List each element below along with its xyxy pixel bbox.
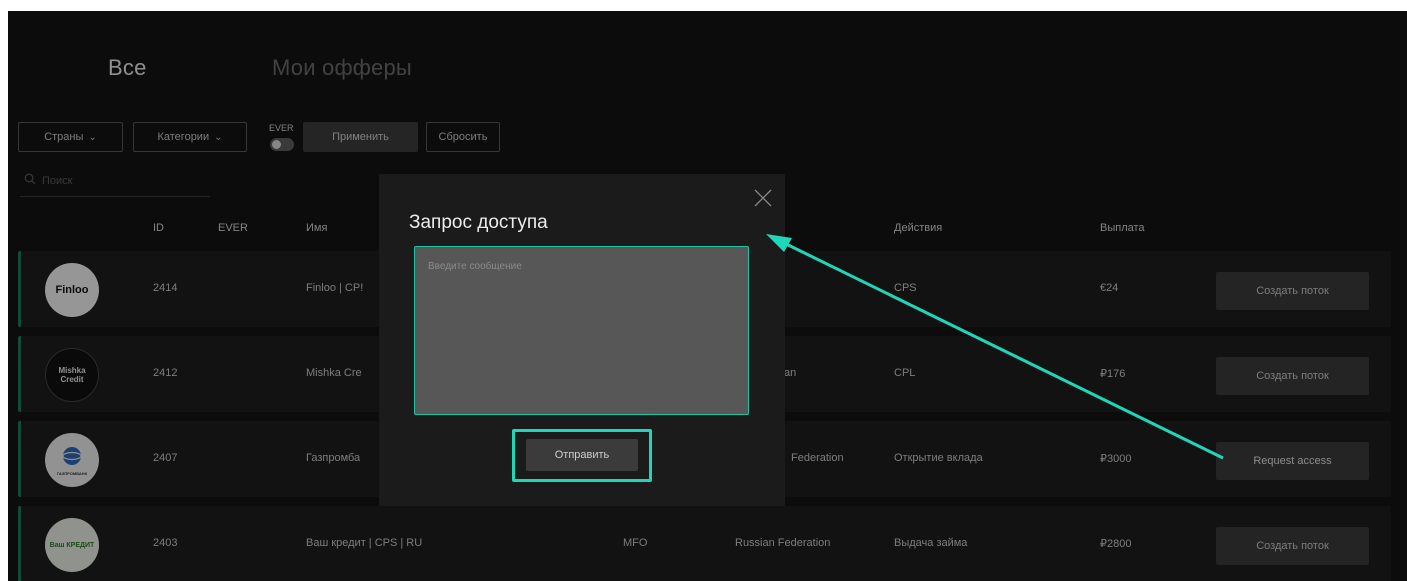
offer-geo: Russian Federation bbox=[735, 537, 831, 549]
offer-payout: €24 bbox=[1100, 282, 1119, 294]
logo-text: Mishka Credit bbox=[58, 366, 86, 384]
request-access-button[interactable]: Request access bbox=[1216, 442, 1369, 480]
close-icon[interactable] bbox=[753, 188, 773, 208]
create-stream-button[interactable]: Создать поток bbox=[1216, 357, 1369, 395]
ever-filter: EVER bbox=[262, 122, 302, 154]
table-row: Ваш КРЕДИТ 2403 Ваш кредит | CPS | RU MF… bbox=[18, 506, 1391, 581]
offer-action: CPL bbox=[894, 367, 916, 379]
app-window: Все Мои офферы Страны ⌄ Категории ⌄ EVER… bbox=[8, 11, 1407, 581]
send-button[interactable]: Отправить bbox=[526, 439, 638, 471]
modal-title: Запрос доступа bbox=[409, 212, 548, 233]
countries-dropdown[interactable]: Страны ⌄ bbox=[18, 122, 123, 152]
offer-tabs: Все Мои офферы bbox=[8, 55, 1407, 91]
chevron-down-icon: ⌄ bbox=[88, 131, 97, 143]
request-access-modal: Запрос доступа Отправить bbox=[379, 174, 785, 506]
offer-logo: Finloo bbox=[45, 263, 99, 317]
gazprombank-icon bbox=[62, 447, 82, 465]
logo-text: ГАЗПРОМБАНК bbox=[56, 471, 88, 476]
offer-name[interactable]: Ваш кредит | CPS | RU bbox=[306, 537, 422, 549]
offer-payout: ₽3000 bbox=[1100, 453, 1132, 465]
offer-geo: an bbox=[784, 367, 797, 379]
create-stream-button[interactable]: Создать поток bbox=[1216, 527, 1369, 565]
offer-payout: ₽176 bbox=[1100, 368, 1126, 380]
offer-id: 2414 bbox=[153, 282, 178, 294]
tab-my-offers[interactable]: Мои офферы bbox=[272, 55, 412, 81]
search-box bbox=[20, 171, 210, 197]
categories-label: Категории bbox=[157, 131, 210, 143]
categories-dropdown[interactable]: Категории ⌄ bbox=[133, 122, 247, 152]
offer-id: 2407 bbox=[153, 452, 178, 464]
offer-action: Открытие вклада bbox=[894, 452, 983, 464]
offer-action: Выдача займа bbox=[894, 537, 968, 549]
column-header-ever: EVER bbox=[218, 222, 248, 234]
tab-all[interactable]: Все bbox=[108, 55, 147, 81]
reset-button[interactable]: Сбросить bbox=[426, 122, 500, 152]
column-header-payout: Выплата bbox=[1100, 222, 1145, 234]
column-header-id: ID bbox=[153, 222, 164, 234]
offer-payout: ₽2800 bbox=[1100, 538, 1132, 550]
offer-logo: Ваш КРЕДИТ bbox=[45, 518, 99, 572]
offer-id: 2412 bbox=[153, 367, 178, 379]
offer-category: MFO bbox=[623, 537, 648, 549]
search-input[interactable] bbox=[42, 172, 202, 190]
offer-name[interactable]: Газпромба bbox=[306, 452, 360, 464]
create-stream-button[interactable]: Создать поток bbox=[1216, 272, 1369, 310]
countries-label: Страны bbox=[44, 131, 84, 143]
offer-logo: Mishka Credit bbox=[45, 348, 99, 402]
offer-id: 2403 bbox=[153, 537, 178, 549]
ever-label: EVER bbox=[269, 123, 294, 133]
apply-button[interactable]: Применить bbox=[303, 122, 418, 152]
offer-logo: ГАЗПРОМБАНК bbox=[45, 433, 99, 487]
column-header-actions: Действия bbox=[894, 222, 943, 234]
offer-geo: Federation bbox=[791, 452, 844, 464]
column-header-name: Имя bbox=[306, 222, 328, 234]
offer-name[interactable]: Finloo | CP! bbox=[306, 282, 363, 294]
logo-text: Finloo bbox=[55, 284, 89, 296]
search-icon bbox=[24, 173, 36, 188]
ever-toggle[interactable] bbox=[270, 138, 294, 151]
message-input[interactable] bbox=[414, 246, 749, 415]
toggle-knob bbox=[272, 140, 281, 149]
logo-text: Ваш КРЕДИТ bbox=[49, 541, 95, 549]
chevron-down-icon: ⌄ bbox=[214, 131, 223, 143]
offer-action: CPS bbox=[894, 282, 917, 294]
offer-name[interactable]: Mishka Cre bbox=[306, 367, 362, 379]
